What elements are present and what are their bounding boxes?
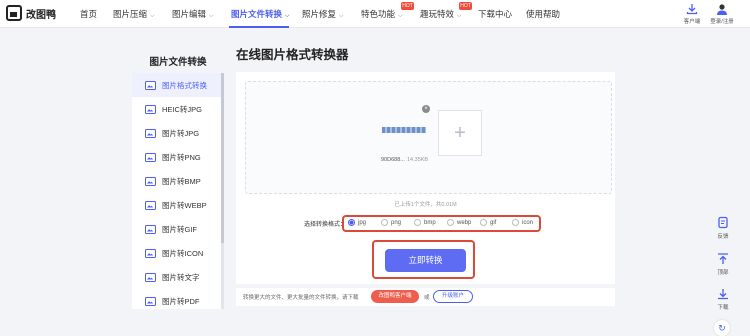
- active-nav-indicator: [229, 26, 289, 28]
- image-icon: [145, 104, 156, 114]
- download-icon: [686, 4, 698, 15]
- image-icon: [145, 152, 156, 162]
- page-title: 在线图片格式转换器: [236, 48, 349, 62]
- client-download-button[interactable]: 客户端: [677, 3, 707, 25]
- sidebar-scrollbar-thumb[interactable]: [221, 73, 224, 243]
- upgrade-account-button[interactable]: 升级账户: [433, 290, 473, 303]
- chevron-down-icon: ⌵: [209, 13, 214, 19]
- chevron-down-icon: ⌵: [285, 13, 290, 19]
- chevron-down-icon: ⌵: [150, 13, 155, 19]
- image-icon: [145, 176, 156, 186]
- format-option-gif[interactable]: gif: [480, 219, 496, 226]
- customer-service-icon[interactable]: ↻: [714, 320, 730, 336]
- sidebar-item-image-format-convert[interactable]: 图片格式转换: [132, 73, 221, 97]
- sidebar-item-image-to-text[interactable]: 图片转文字: [132, 265, 221, 289]
- file-size: 14.35KB: [407, 157, 429, 163]
- add-file-button[interactable]: +: [438, 110, 482, 156]
- sidebar-item-image-to-pdf[interactable]: 图片转PDF: [132, 289, 221, 313]
- sidebar-item-heic-to-jpg[interactable]: HEIC转JPG: [132, 97, 221, 121]
- format-option-bmp[interactable]: bmp: [414, 219, 436, 226]
- upload-summary: 已上传1个文件，共0.01M: [394, 202, 457, 208]
- nav-home[interactable]: 首页: [80, 8, 97, 20]
- nav-download-center[interactable]: 下载中心: [478, 8, 512, 20]
- feedback-button[interactable]: 反馈: [711, 216, 735, 240]
- radio-icon: [512, 219, 519, 226]
- sidebar-item-image-to-jpg[interactable]: 图片转JPG: [132, 121, 221, 145]
- top-navbar: 改图鸭 首页 图片压缩 ⌵ 图片编辑 ⌵ 图片文件转换 ⌵ 照片修复 ⌵ 特色功能 ⌵ H…: [0, 0, 750, 28]
- image-icon: [145, 128, 156, 138]
- convert-now-button[interactable]: 立即转换: [385, 249, 466, 272]
- format-option-jpg[interactable]: jpg: [348, 219, 366, 226]
- image-icon: [145, 200, 156, 210]
- chevron-down-icon: ⌵: [457, 13, 462, 19]
- uploaded-file-card: [376, 107, 431, 157]
- bottom-note: 转换更大的文件、更大批量的文件转换，请下载: [243, 295, 359, 301]
- login-button[interactable]: 登录/注册: [707, 3, 737, 25]
- sidebar-item-image-to-webp[interactable]: 图片转WEBP: [132, 193, 221, 217]
- chevron-down-icon: ⌵: [339, 13, 344, 19]
- radio-icon: [414, 219, 421, 226]
- nav-photo-repair[interactable]: 照片修复 ⌵: [302, 8, 344, 20]
- or-text: 或: [424, 295, 430, 301]
- logo-icon: [6, 5, 22, 21]
- radio-icon: [348, 219, 355, 226]
- sidebar-item-image-to-bmp[interactable]: 图片转BMP: [132, 169, 221, 193]
- sidebar-item-image-to-gif[interactable]: 图片转GIF: [132, 217, 221, 241]
- file-thumbnail: [376, 107, 431, 152]
- image-icon: [145, 248, 156, 258]
- back-to-top-button[interactable]: 顶部: [711, 252, 735, 276]
- nav-image-compress[interactable]: 图片压缩 ⌵: [113, 8, 155, 20]
- user-avatar-icon: [717, 4, 727, 15]
- logo[interactable]: 改图鸭: [6, 5, 56, 21]
- nav-image-file-convert[interactable]: 图片文件转换 ⌵: [231, 8, 290, 20]
- format-option-webp[interactable]: webp: [447, 219, 471, 226]
- remove-file-button[interactable]: ×: [422, 105, 430, 113]
- arrow-up-icon: [718, 253, 728, 264]
- nav-special-features[interactable]: 特色功能 ⌵: [361, 8, 403, 20]
- brand-name: 改图鸭: [26, 9, 56, 21]
- sidebar: 图片格式转换 HEIC转JPG 图片转JPG 图片转PNG 图片转BMP 图片转…: [132, 73, 224, 309]
- download-icon: [718, 289, 728, 300]
- plus-icon: +: [454, 121, 466, 144]
- sidebar-item-image-to-png[interactable]: 图片转PNG: [132, 145, 221, 169]
- hot-badge: HOT: [401, 2, 414, 10]
- image-icon: [145, 224, 156, 234]
- sidebar-title: 图片文件转换: [149, 57, 207, 68]
- nav-fun-effects[interactable]: 趣玩特效 ⌵: [420, 8, 462, 20]
- feedback-icon: [718, 216, 728, 229]
- image-icon: [145, 272, 156, 282]
- format-option-png[interactable]: png: [381, 219, 401, 226]
- download-client-button[interactable]: 改图鸭客户端: [371, 290, 419, 303]
- image-icon: [145, 80, 156, 90]
- format-option-icon[interactable]: icon: [512, 219, 533, 226]
- hot-badge: HOT: [459, 2, 472, 10]
- radio-icon: [447, 219, 454, 226]
- radio-icon: [480, 219, 487, 226]
- file-name: 90D688...: [381, 157, 405, 163]
- chevron-down-icon: ⌵: [398, 13, 403, 19]
- image-icon: [145, 296, 156, 306]
- float-download-button[interactable]: 下载: [711, 287, 735, 311]
- nav-help[interactable]: 使用帮助: [526, 8, 560, 20]
- nav-image-edit[interactable]: 图片编辑 ⌵: [172, 8, 214, 20]
- radio-icon: [381, 219, 388, 226]
- sidebar-item-image-to-icon[interactable]: 图片转ICON: [132, 241, 221, 265]
- format-label: 选择转换格式：: [304, 222, 347, 228]
